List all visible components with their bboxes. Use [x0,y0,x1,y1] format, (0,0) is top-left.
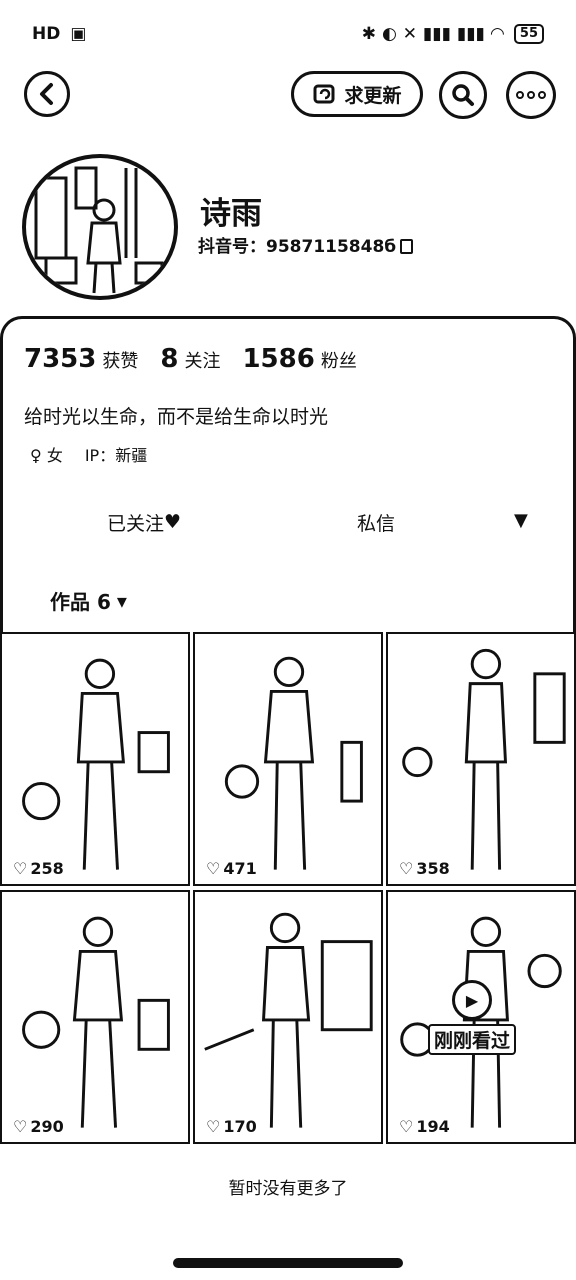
stat-label: 关注 [184,351,221,372]
like-count-value: 170 [223,1117,257,1136]
female-icon: ♀ [30,446,42,465]
like-count-value: 290 [30,1117,64,1136]
stat-label: 粉丝 [320,351,357,372]
back-button[interactable] [24,71,70,117]
play-icon: ▶ [452,980,492,1020]
video-grid: ♡ 258 ♡ 471 ♡ 358 ♡ 290 ♡ 170 ▶ 刚刚看过 ♡ 1… [0,632,576,1144]
like-count-value: 194 [416,1117,450,1136]
tab-works[interactable]: 作品 6 ▾ [50,586,127,615]
profile-tags: ♀ 女 IP：新疆 [30,442,147,466]
heart-icon: ♡ [206,859,221,878]
stat-value: 1586 [242,344,315,374]
stat-following[interactable]: 8 关注 [160,344,220,374]
username: 诗雨 [200,196,262,232]
heart-icon: ♡ [13,859,28,878]
like-count: ♡ 194 [396,1117,453,1136]
battery-icon: 55 [513,24,544,44]
video-tile[interactable]: ♡ 170 [193,890,383,1144]
account-id-label: 抖音号： [198,237,266,257]
video-thumbnail [22,916,170,1128]
more-button[interactable] [506,71,556,119]
gender-label: 女 [46,446,63,465]
no-more-text: 暂时没有更多了 [228,1179,348,1199]
request-update-label: 求更新 [344,84,402,107]
like-count: ♡ 471 [203,859,260,878]
like-count-value: 471 [223,859,257,878]
heart-small-icon: ♥ [163,511,182,533]
like-count: ♡ 170 [203,1117,260,1136]
stat-followers[interactable]: 1586 粉丝 [242,344,356,374]
video-tile[interactable]: ♡ 358 [386,632,576,886]
video-tile[interactable]: ♡ 258 [0,632,190,886]
hd-icon: ▣ [70,24,87,44]
copy-icon[interactable] [400,239,414,254]
more-dots-icon [516,91,524,99]
video-thumbnail [402,648,566,870]
stat-likes[interactable]: 7353 获赞 [24,344,138,374]
dropdown-arrow-icon[interactable]: ▼ [514,510,528,531]
search-icon [452,84,474,106]
like-count: ♡ 258 [10,859,67,878]
status-icons: ✱ ◐ ✕ ▮▮▮ ▮▮▮ ◠ [361,24,504,44]
stats-row: 7353 获赞 8 关注 1586 粉丝 [24,344,379,374]
stat-value: 7353 [24,344,97,374]
stat-label: 获赞 [102,351,139,372]
video-thumbnail [22,658,170,870]
home-indicator[interactable] [173,1258,403,1268]
more-dot [527,91,535,99]
heart-icon: ♡ [399,859,414,878]
works-tab-label: 作品 6 [50,590,111,614]
heart-icon: ♡ [399,1117,414,1136]
status-right: ✱ ◐ ✕ ▮▮▮ ▮▮▮ ◠ 55 [362,24,544,44]
search-button[interactable] [439,71,487,119]
avatar[interactable] [22,154,178,300]
avatar-image [34,166,164,294]
status-bar: HD ▣ ✱ ◐ ✕ ▮▮▮ ▮▮▮ ◠ 55 [0,0,576,68]
just-watched-badge: ▶ 刚刚看过 [428,980,517,1055]
message-label: 私信 [356,512,395,535]
followed-button[interactable]: 已关注 ♥ [0,500,288,544]
caret-down-icon: ▾ [116,588,127,613]
chevron-left-icon [40,83,53,105]
status-left: HD ▣ [32,24,86,44]
message-button[interactable]: 私信 [288,500,464,544]
video-tile[interactable]: ♡ 290 [0,890,190,1144]
heart-icon: ♡ [206,1117,221,1136]
just-watched-label: 刚刚看过 [428,1024,517,1055]
video-tile[interactable]: ♡ 471 [193,632,383,886]
ip-location: IP：新疆 [84,446,148,465]
followed-label: 已关注 [106,512,164,535]
more-dot [538,91,546,99]
video-tile[interactable]: ▶ 刚刚看过 ♡ 194 [386,890,576,1144]
stat-value: 8 [160,344,179,374]
account-id-value: 9587115848б [266,237,397,257]
video-thumbnail [204,912,373,1128]
bio-text: 给时光以生命，而不是给生命以时光 [24,406,329,428]
like-count: ♡ 290 [10,1117,67,1136]
account-id[interactable]: 抖音号：9587115848б [198,232,414,257]
request-update-button[interactable]: 求更新 [291,71,423,117]
like-count-value: 358 [416,859,450,878]
top-nav: 求更新 [0,68,576,124]
heart-icon: ♡ [13,1117,28,1136]
like-count: ♡ 358 [396,859,453,878]
like-count-value: 258 [30,859,64,878]
gender-tag: ♀ 女 [30,442,63,466]
refresh-icon [313,84,335,104]
video-thumbnail [224,656,363,870]
carrier-label: HD [32,24,61,44]
